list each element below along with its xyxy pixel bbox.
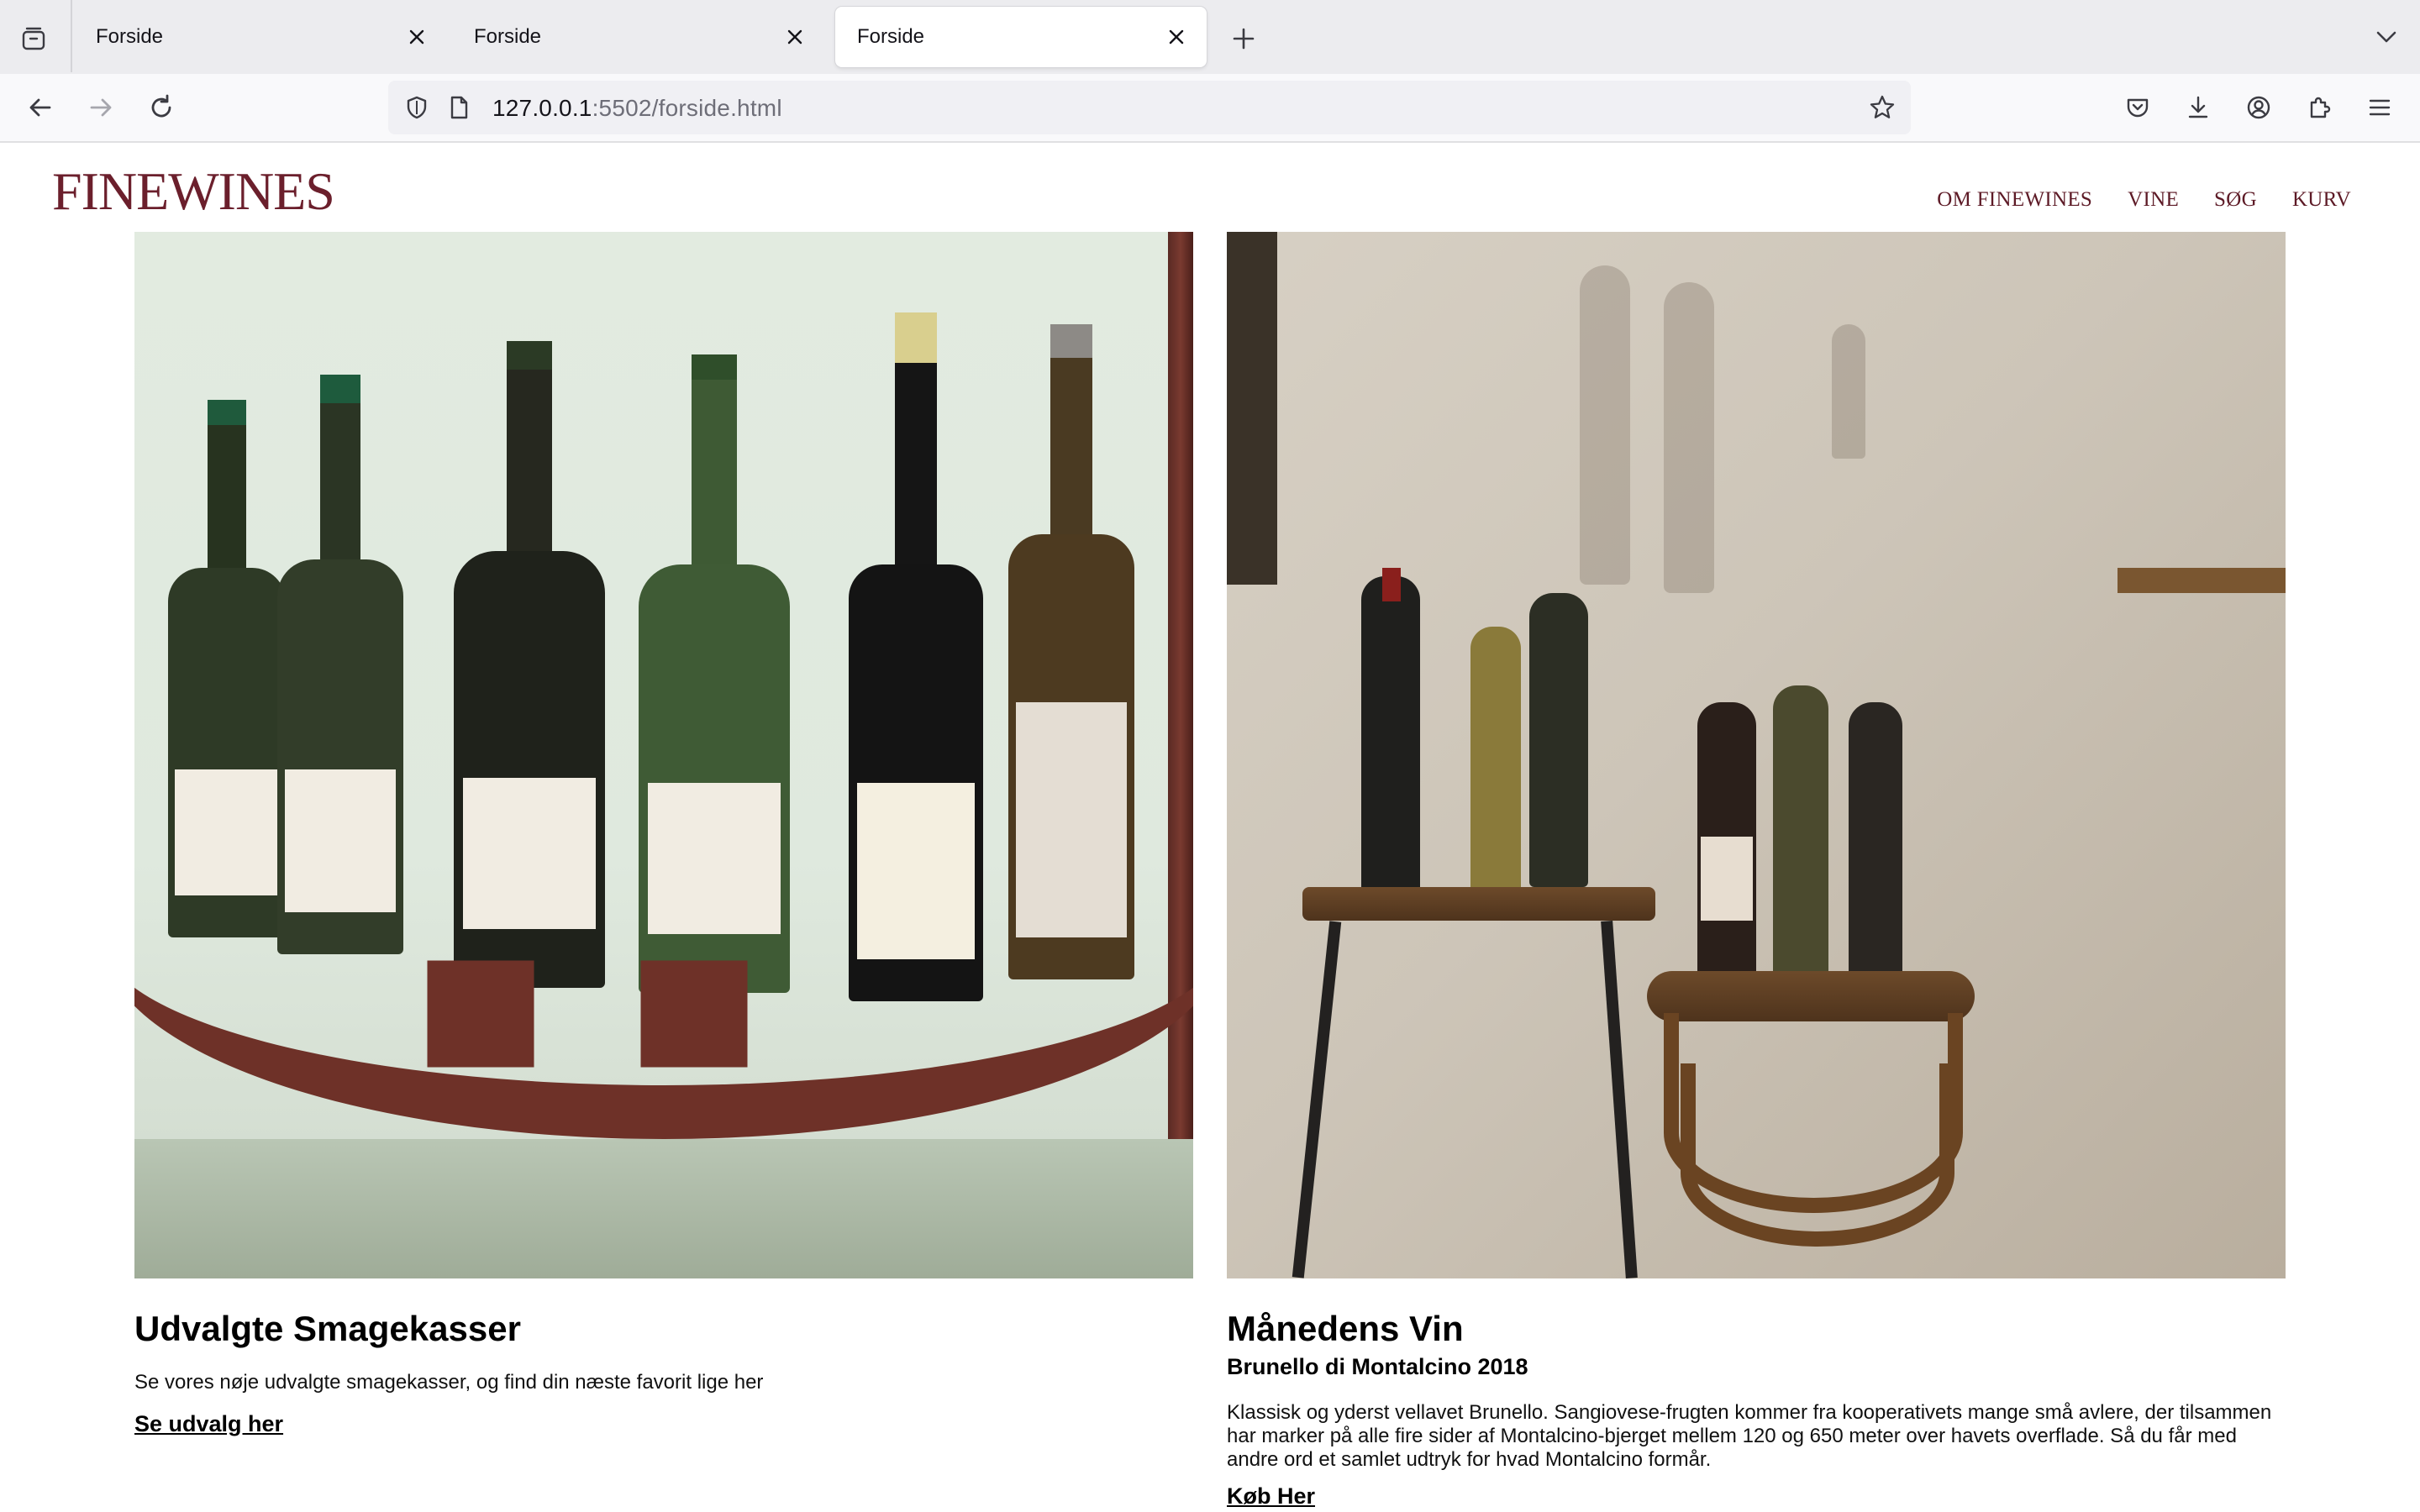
site-nav: OM FINEWINES VINE SØG KURV xyxy=(1937,188,2351,212)
navigation-toolbar: 127.0.0.1:5502/forside.html xyxy=(0,74,2420,143)
nav-om-finewines[interactable]: OM FINEWINES xyxy=(1937,188,2092,212)
site-logo[interactable]: FINEWINES xyxy=(52,165,335,218)
wine-stools-image xyxy=(1227,232,2286,1278)
tab-3-active[interactable]: Forside xyxy=(835,7,1207,67)
page-icon[interactable] xyxy=(442,91,476,124)
nav-soeg[interactable]: SØG xyxy=(2214,188,2257,212)
pocket-icon[interactable] xyxy=(2118,87,2158,128)
tasting-boxes-card: Udvalgte Smagekasser Se vores nøje udval… xyxy=(134,232,1193,1436)
url-host: 127.0.0.1 xyxy=(492,95,592,121)
tab-separator xyxy=(71,0,72,72)
card-text: Se vores nøje udvalgte smagekasser, og f… xyxy=(134,1371,764,1394)
menu-icon[interactable] xyxy=(2360,87,2400,128)
tab-title: Forside xyxy=(474,25,542,48)
plus-icon[interactable] xyxy=(1225,20,1262,57)
url-path: :5502/forside.html xyxy=(592,95,782,121)
chevron-down-icon[interactable] xyxy=(2368,18,2405,55)
account-icon[interactable] xyxy=(2238,87,2279,128)
page-viewport: FINEWINES OM FINEWINES VINE SØG KURV Udv… xyxy=(0,143,2420,1512)
back-arrow-icon[interactable] xyxy=(20,87,60,128)
url-text[interactable]: 127.0.0.1:5502/forside.html xyxy=(492,95,782,122)
star-icon[interactable] xyxy=(1865,91,1899,124)
tab-title: Forside xyxy=(857,25,925,48)
tab-2[interactable]: Forside xyxy=(452,7,825,67)
forward-arrow-icon[interactable] xyxy=(81,87,121,128)
card-subtitle: Brunello di Montalcino 2018 xyxy=(1227,1354,1528,1379)
close-icon[interactable] xyxy=(1160,20,1193,54)
nav-kurv[interactable]: KURV xyxy=(2292,188,2351,212)
close-icon[interactable] xyxy=(400,20,434,54)
wine-shelf-image xyxy=(134,232,1193,1278)
buy-here-link[interactable]: Køb Her xyxy=(1227,1483,1315,1509)
see-selection-link[interactable]: Se udvalg her xyxy=(134,1411,283,1437)
shield-icon[interactable] xyxy=(400,91,434,124)
reload-icon[interactable] xyxy=(141,87,182,128)
download-icon[interactable] xyxy=(2178,87,2218,128)
nav-vine[interactable]: VINE xyxy=(2128,188,2179,212)
card-title: Udvalgte Smagekasser xyxy=(134,1309,521,1348)
card-title: Månedens Vin xyxy=(1227,1309,1464,1348)
close-icon[interactable] xyxy=(778,20,812,54)
address-bar[interactable]: 127.0.0.1:5502/forside.html xyxy=(388,81,1911,134)
card-text: Klassisk og yderst vellavet Brunello. Sa… xyxy=(1227,1401,2272,1471)
tab-overview-icon[interactable] xyxy=(15,20,52,57)
extensions-icon[interactable] xyxy=(2299,87,2339,128)
tab-title: Forside xyxy=(96,25,164,48)
wine-of-month-card: Månedens Vin Brunello di Montalcino 2018… xyxy=(1227,232,2286,1509)
tab-1[interactable]: Forside xyxy=(74,7,447,67)
tab-strip: Forside Forside Forside xyxy=(0,0,2420,74)
